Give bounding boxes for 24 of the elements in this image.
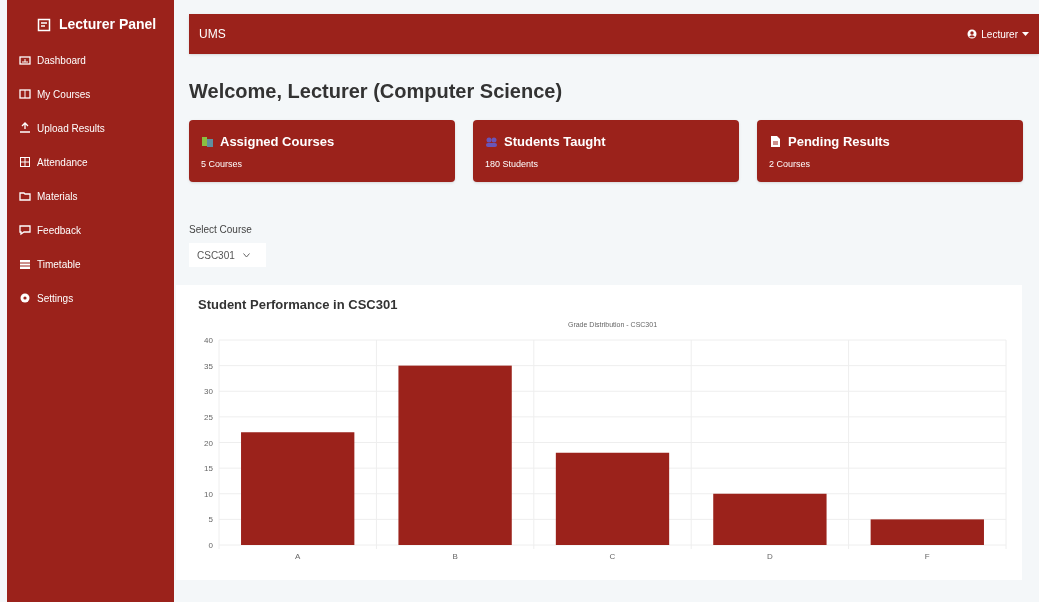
y-tick-label: 25 bbox=[204, 412, 213, 422]
page-heading: Welcome, Lecturer (Computer Science) bbox=[189, 79, 564, 104]
y-tick-label: 35 bbox=[204, 361, 213, 371]
card-value: 2 Courses bbox=[769, 157, 812, 171]
y-tick-label: 20 bbox=[204, 438, 213, 447]
y-tick-label: 30 bbox=[204, 386, 213, 396]
select-label: Select Course bbox=[189, 223, 253, 237]
x-tick-label: C bbox=[609, 551, 616, 561]
card-title: Pending Results bbox=[788, 133, 890, 151]
chart-card-title: Student Performance in CSC301 bbox=[198, 296, 399, 314]
y-tick-label: 5 bbox=[208, 514, 213, 524]
y-tick-label: 10 bbox=[204, 489, 213, 499]
card-value: 180 Students bbox=[485, 157, 540, 171]
sidebar-title: Lecturer Panel bbox=[59, 15, 157, 34]
x-tick-label: D bbox=[767, 551, 773, 561]
card-value: 5 Courses bbox=[201, 157, 244, 171]
card-title: Assigned Courses bbox=[220, 133, 335, 151]
y-tick-label: 40 bbox=[204, 335, 213, 345]
y-tick-label: 0 bbox=[208, 540, 213, 550]
y-tick-label: 15 bbox=[204, 463, 213, 473]
card-title: Students Taught bbox=[504, 133, 606, 151]
x-tick-label: B bbox=[452, 551, 458, 561]
x-tick-label: F bbox=[924, 551, 930, 561]
x-tick-label: A bbox=[295, 551, 301, 561]
